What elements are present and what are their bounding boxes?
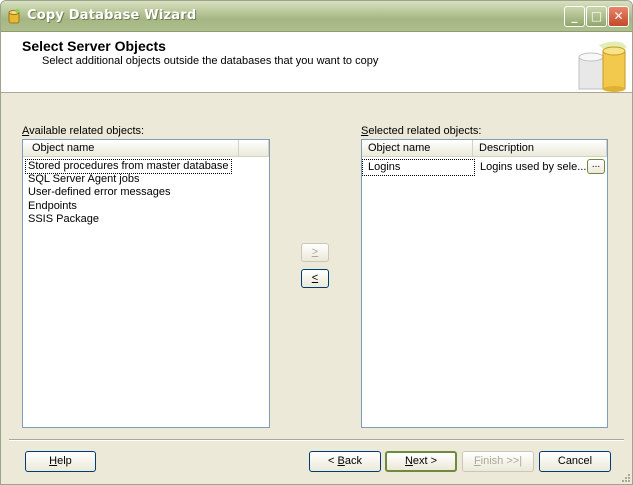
add-arrow-icon: > — [311, 246, 319, 258]
minimize-icon: _ — [571, 9, 578, 23]
selected-objects-list[interactable]: Object name Description Logins Logins us… — [361, 139, 608, 428]
title-bar[interactable]: Copy Database Wizard _ □ ✕ — [1, 1, 632, 32]
help-button[interactable]: Help — [25, 451, 96, 472]
page-title: Select Server Objects — [22, 38, 166, 54]
column-header-description[interactable]: Description — [473, 140, 607, 157]
list-item[interactable]: SQL Server Agent jobs — [28, 173, 140, 186]
window-title: Copy Database Wizard — [27, 8, 197, 23]
next-button[interactable]: Next > — [385, 451, 457, 472]
column-header-object-name[interactable]: Object name — [23, 140, 239, 157]
cancel-button[interactable]: Cancel — [539, 451, 611, 472]
description-ellipsis-button[interactable]: ... — [587, 159, 605, 174]
selected-row-description: Logins used by sele... — [480, 161, 587, 173]
wizard-header: Select Server Objects Select additional … — [1, 32, 632, 93]
close-button[interactable]: ✕ — [608, 6, 629, 27]
available-objects-label: Available related objects: — [22, 125, 145, 137]
list-item[interactable]: Endpoints — [28, 200, 77, 213]
wizard-window: Copy Database Wizard _ □ ✕ Select Server… — [0, 0, 633, 485]
close-icon: ✕ — [613, 9, 624, 23]
app-icon — [8, 9, 20, 24]
column-header-object-name[interactable]: Object name — [362, 140, 473, 157]
back-button[interactable]: < Back — [309, 451, 381, 472]
column-header-filler — [239, 140, 269, 157]
list-item[interactable]: User-defined error messages — [28, 186, 170, 199]
remove-arrow-icon: < — [311, 272, 319, 284]
available-objects-list[interactable]: Object name Stored procedures from maste… — [22, 139, 270, 428]
footer-separator — [9, 439, 624, 441]
list-item[interactable]: SSIS Package — [28, 213, 99, 226]
maximize-button[interactable]: □ — [586, 6, 607, 27]
resize-grip-icon[interactable] — [620, 472, 630, 482]
finish-button[interactable]: Finish >>| — [462, 451, 534, 472]
page-subtitle: Select additional objects outside the da… — [42, 55, 379, 67]
database-wizard-icon — [578, 41, 627, 92]
selected-row-name[interactable]: Logins — [362, 159, 475, 176]
minimize-button[interactable]: _ — [564, 6, 585, 27]
selected-objects-label: Selected related objects: — [361, 125, 482, 137]
list-item[interactable]: Stored procedures from master database — [25, 159, 232, 174]
maximize-icon: □ — [590, 9, 603, 23]
add-object-button[interactable]: > — [301, 243, 329, 262]
remove-object-button[interactable]: < — [301, 269, 329, 288]
